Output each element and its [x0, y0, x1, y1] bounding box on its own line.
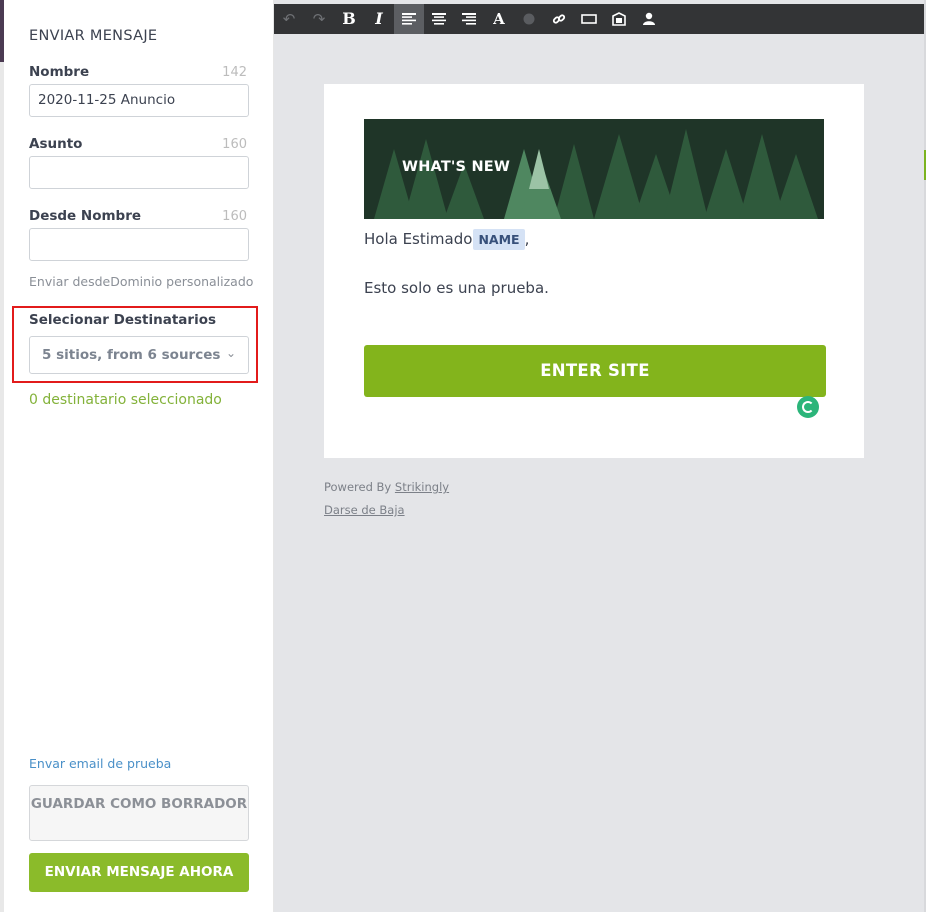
- email-body-text[interactable]: Esto solo es una prueba.: [364, 279, 549, 297]
- hero-title: WHAT'S NEW: [402, 159, 511, 175]
- powered-by: Powered By Strikingly: [324, 480, 449, 494]
- align-center-icon[interactable]: [424, 4, 454, 34]
- button-icon[interactable]: [574, 4, 604, 34]
- from-name-label: Desde Nombre: [29, 208, 142, 224]
- send-test-email-link[interactable]: Envar email de prueba: [29, 756, 171, 771]
- email-preview-card: WHAT'S NEW Hola Estimado NAME, Esto solo …: [324, 84, 864, 458]
- name-char-count: 142: [222, 65, 247, 80]
- name-input[interactable]: 2020-11-25 Anuncio: [29, 84, 249, 117]
- hero-banner[interactable]: WHAT'S NEW: [364, 119, 824, 219]
- name-label: Nombre: [29, 64, 90, 80]
- link-icon[interactable]: [544, 4, 574, 34]
- spinner-ring: [802, 401, 814, 413]
- undo-icon[interactable]: ↶: [274, 4, 304, 34]
- name-merge-tag[interactable]: NAME: [473, 229, 525, 250]
- italic-icon[interactable]: I: [364, 4, 394, 34]
- save-draft-button[interactable]: GUARDAR COMO BORRADOR: [29, 785, 249, 841]
- subject-label: Asunto: [29, 136, 83, 152]
- font-color-icon[interactable]: A: [484, 4, 514, 34]
- image-icon[interactable]: [604, 4, 634, 34]
- app-root: ENVIAR MENSAJE Nombre 142 2020-11-25 Anu…: [0, 0, 926, 912]
- enter-site-button[interactable]: ENTER SITE: [364, 345, 826, 397]
- greeting-line[interactable]: Hola Estimado NAME,: [364, 229, 529, 250]
- subject-input[interactable]: [29, 156, 249, 189]
- recipients-select[interactable]: 5 sitios, from 6 sources ⌄: [29, 336, 249, 374]
- send-message-sidebar: ENVIAR MENSAJE Nombre 142 2020-11-25 Anu…: [4, 0, 274, 912]
- chevron-down-icon: ⌄: [225, 346, 236, 360]
- greeting-text: Hola Estimado: [364, 230, 473, 248]
- color-dot-icon[interactable]: [514, 4, 544, 34]
- loading-spinner-icon: [797, 396, 819, 418]
- recipients-count: 0 destinatario seleccionado: [29, 392, 222, 408]
- bold-icon[interactable]: B: [334, 4, 364, 34]
- strikingly-link[interactable]: Strikingly: [395, 480, 449, 494]
- powered-by-prefix: Powered By: [324, 480, 392, 494]
- editor-toolbar: ↶ ↷ B I A: [274, 4, 924, 34]
- send-now-button[interactable]: ENVIAR MENSAJE AHORA: [29, 853, 249, 892]
- from-name-char-count: 160: [222, 209, 247, 224]
- recipients-label: Selecionar Destinatarios: [29, 312, 217, 328]
- from-name-input[interactable]: [29, 228, 249, 261]
- person-icon[interactable]: [634, 4, 664, 34]
- greeting-suffix: ,: [524, 230, 530, 248]
- align-right-icon[interactable]: [454, 4, 484, 34]
- send-from-domain-link[interactable]: Enviar desdeDominio personalizado: [29, 274, 253, 289]
- redo-icon[interactable]: ↷: [304, 4, 334, 34]
- recipients-selected-value: 5 sitios, from 6 sources: [42, 347, 221, 363]
- sidebar-title: ENVIAR MENSAJE: [29, 28, 158, 44]
- unsubscribe-link[interactable]: Darse de Baja: [324, 503, 405, 517]
- align-left-icon[interactable]: [394, 4, 424, 34]
- subject-char-count: 160: [222, 137, 247, 152]
